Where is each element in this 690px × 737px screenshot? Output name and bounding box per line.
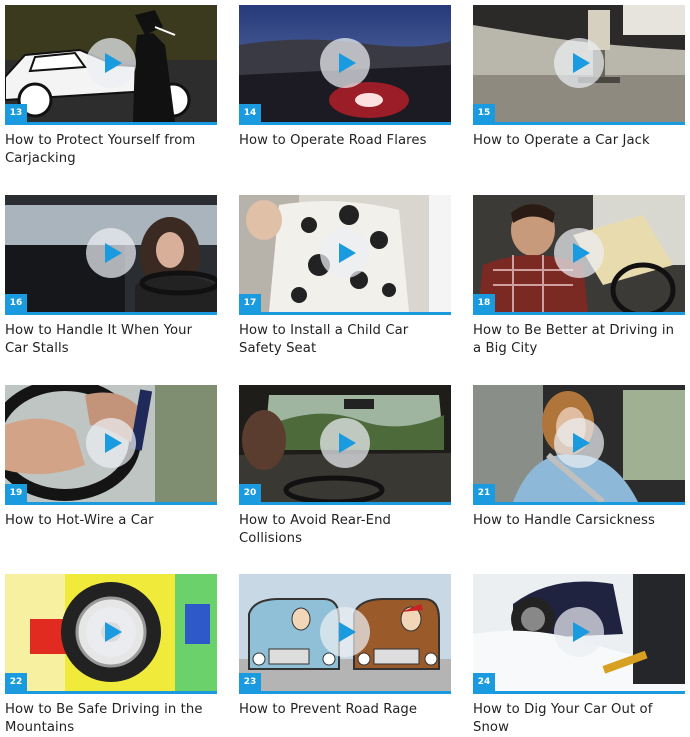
play-icon: [105, 243, 122, 263]
video-title[interactable]: How to Handle Carsickness: [473, 512, 685, 530]
play-button[interactable]: [554, 228, 604, 278]
video-number-badge: 24: [473, 673, 495, 691]
play-button[interactable]: [554, 38, 604, 88]
play-icon: [573, 53, 590, 73]
video-number-badge: 15: [473, 104, 495, 122]
play-button[interactable]: [320, 418, 370, 468]
play-button[interactable]: [320, 38, 370, 88]
video-thumbnail[interactable]: 18: [473, 195, 685, 315]
video-number-badge: 20: [239, 484, 261, 502]
video-number-badge: 23: [239, 673, 261, 691]
video-thumbnail[interactable]: 23: [239, 574, 451, 694]
video-card[interactable]: 22 How to Be Safe Driving in the Mountai…: [5, 574, 217, 737]
video-title[interactable]: How to Operate Road Flares: [239, 132, 451, 150]
video-card[interactable]: 23 How to Prevent Road Rage: [239, 574, 451, 719]
video-grid: 13 How to Protect Yourself from Carjacki…: [0, 0, 690, 735]
play-button[interactable]: [86, 418, 136, 468]
play-button[interactable]: [554, 607, 604, 657]
video-card[interactable]: 17 How to Install a Child Car Safety Sea…: [239, 195, 451, 358]
video-title[interactable]: How to Dig Your Car Out of Snow: [473, 701, 685, 737]
play-icon: [105, 53, 122, 73]
video-number-badge: 14: [239, 104, 261, 122]
video-title[interactable]: How to Handle It When Your Car Stalls: [5, 322, 217, 358]
video-title[interactable]: How to Be Safe Driving in the Mountains: [5, 701, 217, 737]
video-number-badge: 16: [5, 294, 27, 312]
play-button[interactable]: [86, 228, 136, 278]
play-icon: [573, 243, 590, 263]
video-number-badge: 18: [473, 294, 495, 312]
play-icon: [573, 622, 590, 642]
play-button[interactable]: [320, 228, 370, 278]
video-card[interactable]: 18 How to Be Better at Driving in a Big …: [473, 195, 685, 358]
play-icon: [105, 433, 122, 453]
video-thumbnail[interactable]: 22: [5, 574, 217, 694]
video-number-badge: 19: [5, 484, 27, 502]
video-card[interactable]: 14 How to Operate Road Flares: [239, 5, 451, 150]
video-number-badge: 21: [473, 484, 495, 502]
video-thumbnail[interactable]: 17: [239, 195, 451, 315]
play-button[interactable]: [86, 38, 136, 88]
video-thumbnail[interactable]: 15: [473, 5, 685, 125]
video-thumbnail[interactable]: 19: [5, 385, 217, 505]
play-icon: [339, 243, 356, 263]
video-thumbnail[interactable]: 16: [5, 195, 217, 315]
video-card[interactable]: 16 How to Handle It When Your Car Stalls: [5, 195, 217, 358]
video-thumbnail[interactable]: 20: [239, 385, 451, 505]
video-title[interactable]: How to Install a Child Car Safety Seat: [239, 322, 451, 358]
video-card[interactable]: 20 How to Avoid Rear-End Collisions: [239, 385, 451, 548]
video-number-badge: 22: [5, 673, 27, 691]
video-card[interactable]: 21 How to Handle Carsickness: [473, 385, 685, 530]
video-title[interactable]: How to Avoid Rear-End Collisions: [239, 512, 451, 548]
video-thumbnail[interactable]: 14: [239, 5, 451, 125]
video-number-badge: 17: [239, 294, 261, 312]
play-icon: [573, 433, 590, 453]
play-icon: [339, 622, 356, 642]
video-card[interactable]: 15 How to Operate a Car Jack: [473, 5, 685, 150]
play-icon: [105, 622, 122, 642]
play-icon: [339, 53, 356, 73]
video-title[interactable]: How to Protect Yourself from Carjacking: [5, 132, 217, 168]
play-button[interactable]: [554, 418, 604, 468]
video-title[interactable]: How to Be Better at Driving in a Big Cit…: [473, 322, 685, 358]
video-card[interactable]: 13 How to Protect Yourself from Carjacki…: [5, 5, 217, 168]
video-card[interactable]: 24 How to Dig Your Car Out of Snow: [473, 574, 685, 737]
video-thumbnail[interactable]: 24: [473, 574, 685, 694]
play-icon: [339, 433, 356, 453]
play-button[interactable]: [86, 607, 136, 657]
video-number-badge: 13: [5, 104, 27, 122]
video-card[interactable]: 19 How to Hot-Wire a Car: [5, 385, 217, 530]
video-title[interactable]: How to Operate a Car Jack: [473, 132, 685, 150]
video-title[interactable]: How to Hot-Wire a Car: [5, 512, 217, 530]
video-thumbnail[interactable]: 13: [5, 5, 217, 125]
video-thumbnail[interactable]: 21: [473, 385, 685, 505]
video-title[interactable]: How to Prevent Road Rage: [239, 701, 451, 719]
play-button[interactable]: [320, 607, 370, 657]
